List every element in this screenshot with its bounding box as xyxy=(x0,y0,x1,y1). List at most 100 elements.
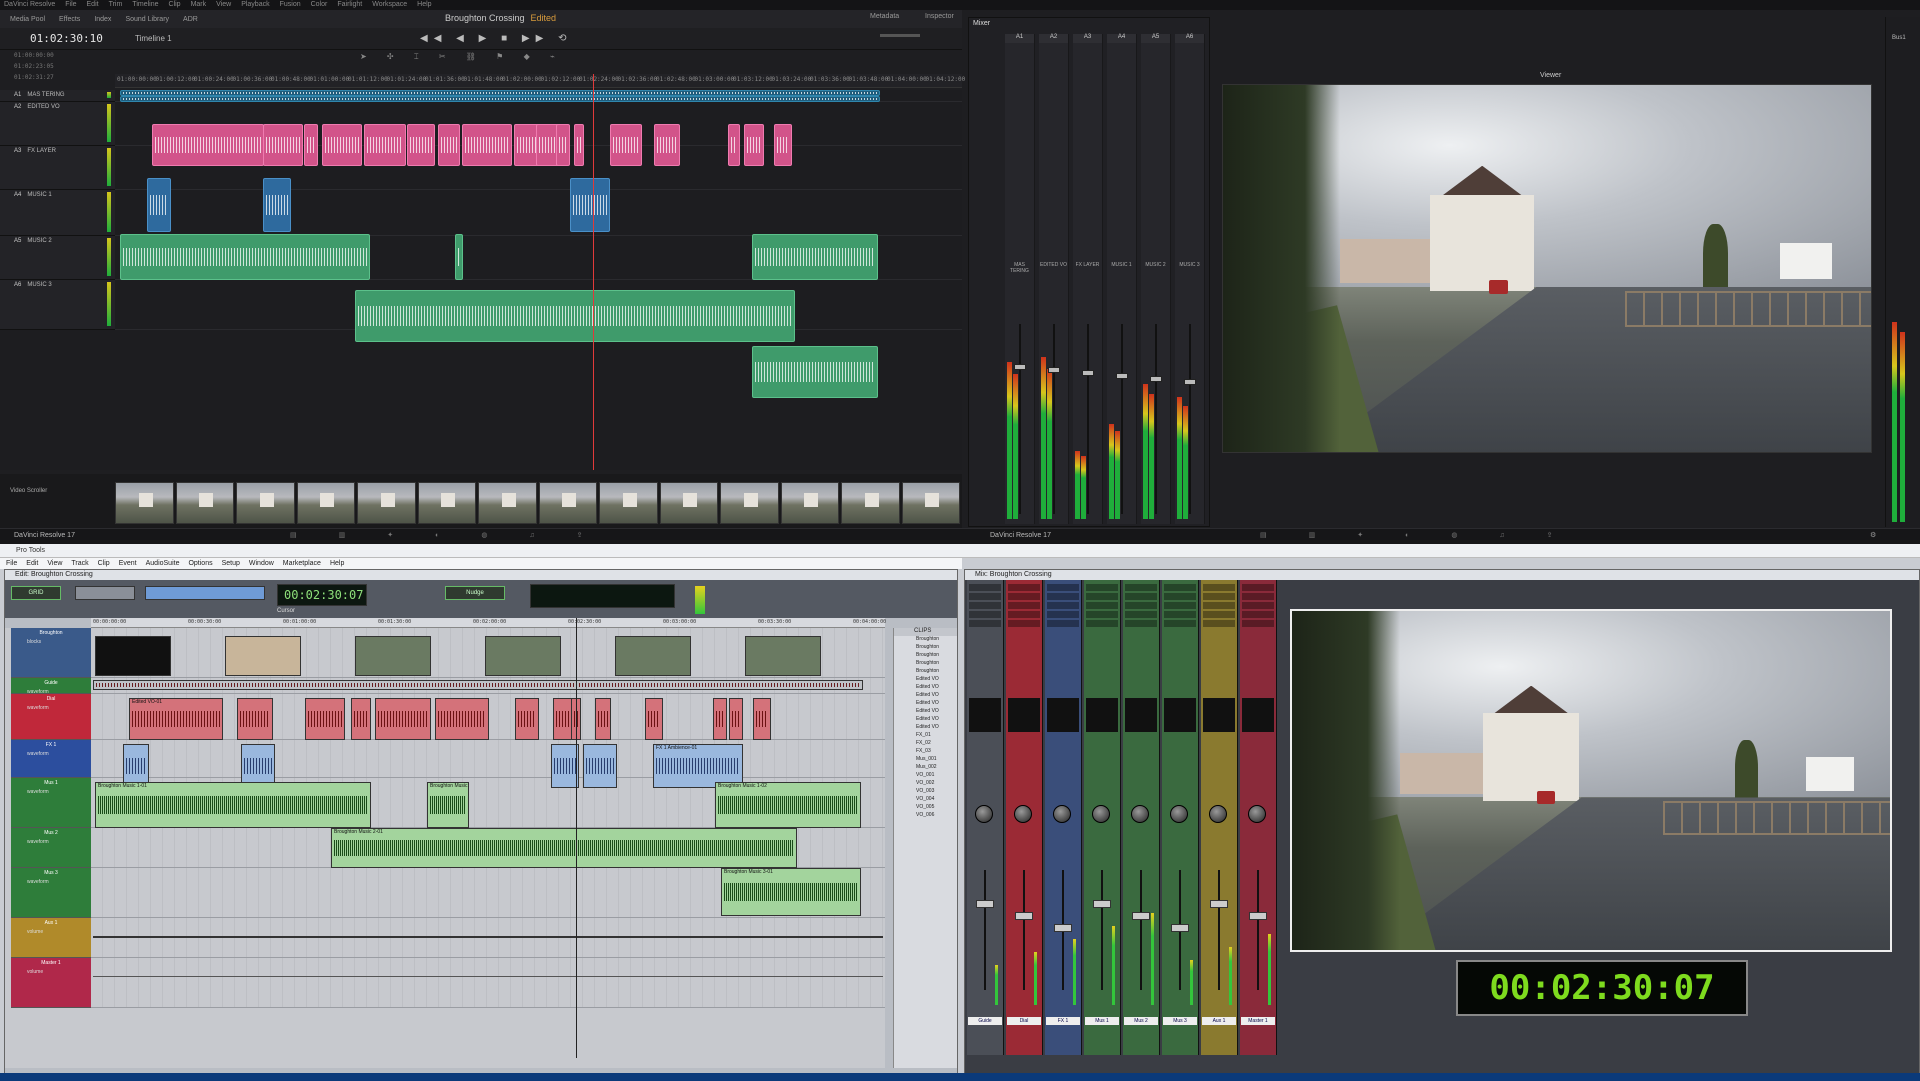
insert-slot[interactable] xyxy=(969,593,1001,600)
pt-track-view[interactable]: waveform xyxy=(27,751,91,757)
pt-menu-8[interactable]: Setup xyxy=(222,558,240,569)
fader-cap[interactable] xyxy=(1150,376,1162,382)
strip-name[interactable]: Mus 1 xyxy=(1085,1017,1119,1025)
mus1-clip[interactable]: Broughton Music xyxy=(427,782,469,828)
resolve-menu-8[interactable]: Playback xyxy=(241,0,269,10)
video-scroller[interactable]: Video Scroller xyxy=(0,474,962,528)
pt-track-name[interactable]: Aux 1 xyxy=(25,920,77,926)
insert-slot[interactable] xyxy=(1008,593,1040,600)
master-volume-line[interactable] xyxy=(93,976,883,977)
clip-list-item[interactable]: VO_001 xyxy=(894,772,957,780)
clip-list-item[interactable]: Broughton xyxy=(894,644,957,652)
video-clip-thumb[interactable] xyxy=(485,636,561,676)
insert-slot[interactable] xyxy=(1125,602,1157,609)
fader-cap[interactable] xyxy=(1015,912,1033,920)
aux-volume-line[interactable] xyxy=(93,936,883,938)
clip-vo[interactable] xyxy=(438,124,460,166)
resolve-menu-5[interactable]: Clip xyxy=(169,0,181,10)
insert-slot[interactable] xyxy=(1242,584,1274,591)
pt-menu-1[interactable]: Edit xyxy=(26,558,38,569)
clip-music2[interactable] xyxy=(355,290,795,342)
clip-vo[interactable] xyxy=(407,124,435,166)
clip-music3[interactable] xyxy=(752,346,878,398)
settings-icon[interactable]: ⚙ xyxy=(1870,531,1876,539)
pt-track-name[interactable]: Mus 2 xyxy=(25,830,77,836)
timeline-selector[interactable]: Timeline 1 xyxy=(135,34,172,43)
clip-list-item[interactable]: Edited VO xyxy=(894,716,957,724)
insert-slot[interactable] xyxy=(1086,611,1118,618)
clip-list-item[interactable]: Mus_002 xyxy=(894,764,957,772)
fader-cap[interactable] xyxy=(1093,900,1111,908)
insert-slot[interactable] xyxy=(1125,611,1157,618)
clip-vo[interactable] xyxy=(728,124,740,166)
resolve-menu-7[interactable]: View xyxy=(216,0,231,10)
scroller-thumb[interactable] xyxy=(659,482,718,524)
dial-clip[interactable] xyxy=(713,698,727,740)
pt-track-name[interactable]: Mus 1 xyxy=(25,780,77,786)
dial-clip[interactable] xyxy=(729,698,743,740)
strip-name[interactable]: Mus 2 xyxy=(1124,1017,1158,1025)
clip-list-item[interactable]: Broughton xyxy=(894,652,957,660)
strip-name[interactable]: Dial xyxy=(1007,1017,1041,1025)
channel-fader[interactable] xyxy=(1087,324,1089,514)
pt-track-header-3[interactable]: FX 1 waveform xyxy=(11,740,91,778)
insert-slot[interactable] xyxy=(1047,611,1079,618)
insert-slot[interactable] xyxy=(1242,620,1274,627)
insert-slot[interactable] xyxy=(1125,584,1157,591)
clip-list[interactable]: CLIPS Broughton Broughton Broughton Brought… xyxy=(893,628,957,1068)
strip-name[interactable]: Master 1 xyxy=(1241,1017,1275,1025)
channel-fader[interactable] xyxy=(1155,324,1157,514)
insert-slot[interactable] xyxy=(1125,620,1157,627)
pan-knob[interactable] xyxy=(1092,805,1110,823)
pt-track-view[interactable]: waveform xyxy=(27,879,91,885)
pt-menu-9[interactable]: Window xyxy=(249,558,274,569)
inspector-button[interactable]: Inspector xyxy=(925,13,954,20)
insert-slot[interactable] xyxy=(1164,584,1196,591)
resolve-menu-6[interactable]: Mark xyxy=(191,0,207,10)
main-counter[interactable]: 00:02:30:07 xyxy=(277,584,367,606)
insert-slot[interactable] xyxy=(1047,584,1079,591)
edit-tools[interactable]: ➤ ✣ ⌶ ✂ ⛓ ⚑ ◆ ⌁ xyxy=(360,52,780,66)
video-clip-thumb[interactable] xyxy=(225,636,301,676)
clip-vo[interactable] xyxy=(556,124,570,166)
volume-slider[interactable] xyxy=(880,34,920,37)
scroller-thumb[interactable] xyxy=(357,482,416,524)
mus3-clip[interactable]: Broughton Music 3-01 xyxy=(721,868,861,916)
volume-fader[interactable] xyxy=(984,870,986,990)
scroller-thumb[interactable] xyxy=(720,482,779,524)
clip-list-item[interactable]: FX_02 xyxy=(894,740,957,748)
mus1-clip[interactable]: Broughton Music 1-01 xyxy=(95,782,371,828)
pt-track-header-7[interactable]: Aux 1 volume xyxy=(11,918,91,958)
insert-slot[interactable] xyxy=(1008,620,1040,627)
insert-slot[interactable] xyxy=(1008,584,1040,591)
insert-slot[interactable] xyxy=(1125,593,1157,600)
scroller-thumb[interactable] xyxy=(780,482,839,524)
insert-slot[interactable] xyxy=(1047,602,1079,609)
insert-slot[interactable] xyxy=(1047,593,1079,600)
video-clip-thumb[interactable] xyxy=(95,636,171,676)
guide-clip[interactable] xyxy=(93,680,863,690)
clip-vo[interactable] xyxy=(263,124,303,166)
clip-list-item[interactable]: VO_006 xyxy=(894,812,957,820)
volume-fader[interactable] xyxy=(1023,870,1025,990)
insert-slot[interactable] xyxy=(969,611,1001,618)
fader-cap[interactable] xyxy=(1184,379,1196,385)
insert-slot[interactable] xyxy=(1008,611,1040,618)
toolbar-item-3[interactable]: Sound Library xyxy=(125,16,169,23)
insert-slot[interactable] xyxy=(1164,593,1196,600)
resolve-menu-0[interactable]: DaVinci Resolve xyxy=(4,0,55,10)
clip-list-item[interactable]: Broughton xyxy=(894,668,957,676)
pt-track-header-1[interactable]: Guide waveform xyxy=(11,678,91,695)
mus1-clip[interactable]: Broughton Music 1-02 xyxy=(715,782,861,828)
clip-music1[interactable] xyxy=(120,234,370,280)
track-lane-a4[interactable] xyxy=(115,190,962,236)
dial-clip[interactable] xyxy=(305,698,345,740)
insert-slot[interactable] xyxy=(1086,620,1118,627)
clip-vo[interactable] xyxy=(610,124,642,166)
resolve-menu-3[interactable]: Trim xyxy=(109,0,123,10)
track-header-a5[interactable]: A5 MUSIC 2 xyxy=(0,236,115,280)
scroller-thumb[interactable] xyxy=(417,482,476,524)
dial-clip[interactable] xyxy=(753,698,771,740)
insert-slot[interactable] xyxy=(1164,620,1196,627)
insert-slot[interactable] xyxy=(1203,602,1235,609)
